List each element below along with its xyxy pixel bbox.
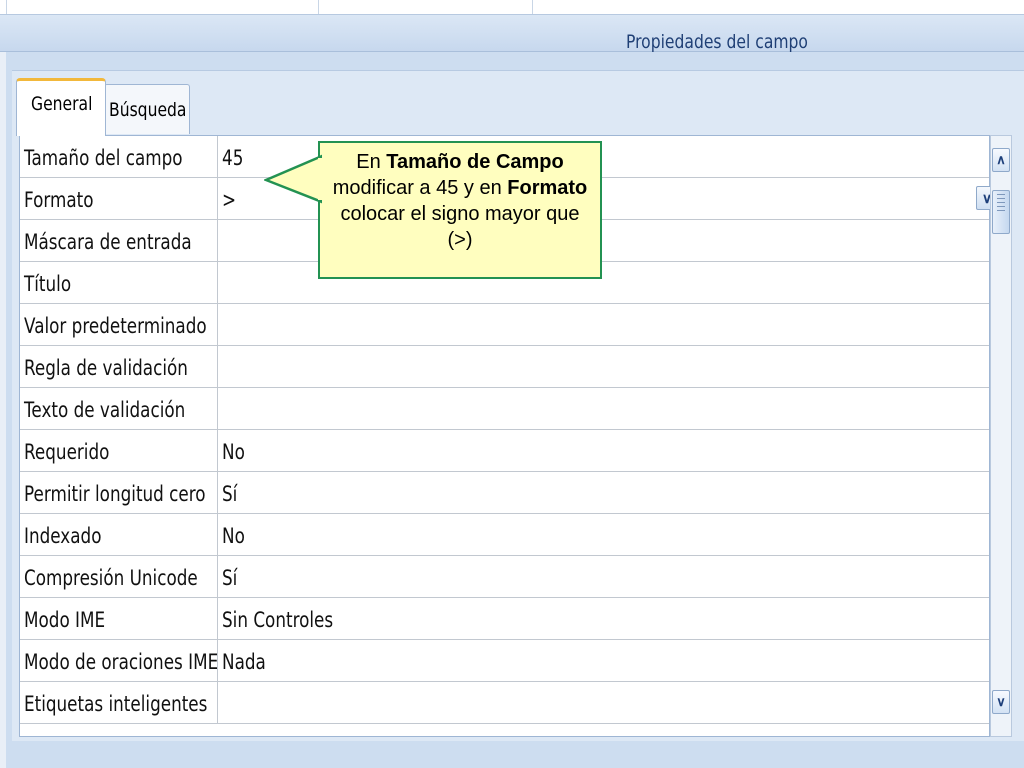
property-row-longitud-cero[interactable]: Permitir longitud cero Sí: [20, 472, 989, 514]
tab-general-label: General: [31, 93, 93, 115]
property-label: Máscara de entrada: [20, 220, 218, 261]
property-row-requerido[interactable]: Requerido No: [20, 430, 989, 472]
property-row-texto-validacion[interactable]: Texto de validación: [20, 388, 989, 430]
property-row-modo-oraciones-ime[interactable]: Modo de oraciones IME Nada: [20, 640, 989, 682]
property-label: Título: [20, 262, 218, 303]
callout-text-2: modificar a 45 y en: [332, 177, 508, 199]
chevron-up-icon[interactable]: ∧: [992, 148, 1010, 172]
property-label: Regla de validación: [20, 346, 218, 387]
property-value-input[interactable]: Sin Controles: [218, 598, 989, 639]
property-value-input[interactable]: Nada: [218, 640, 989, 681]
callout-text-1: En: [356, 151, 387, 173]
chevron-down-icon[interactable]: ∨: [992, 690, 1010, 714]
property-row-indexado[interactable]: Indexado No: [20, 514, 989, 556]
field-properties-header: Propiedades del campo: [0, 15, 1024, 53]
column-divider: [318, 0, 319, 14]
property-label: Requerido: [20, 430, 218, 471]
property-label: Modo IME: [20, 598, 218, 639]
tab-busqueda[interactable]: Búsqueda: [104, 84, 190, 134]
property-label: Compresión Unicode: [20, 556, 218, 597]
property-value-input[interactable]: [218, 304, 989, 345]
property-value-input[interactable]: No: [218, 430, 989, 471]
scrollbar-thumb[interactable]: [992, 190, 1010, 234]
property-value-input[interactable]: Sí: [218, 556, 989, 597]
callout-bold-formato: Formato: [507, 177, 588, 199]
column-divider: [6, 0, 7, 14]
property-value-input[interactable]: No: [218, 514, 989, 555]
property-value-input[interactable]: [218, 388, 989, 429]
property-label: Tamaño del campo: [20, 136, 218, 177]
property-label: Permitir longitud cero: [20, 472, 218, 513]
tab-general[interactable]: General: [16, 78, 106, 136]
tab-busqueda-label: Búsqueda: [109, 99, 187, 121]
property-row-modo-ime[interactable]: Modo IME Sin Controles: [20, 598, 989, 640]
design-grid-bottom-strip: [0, 0, 1024, 15]
instruction-callout: En Tamaño de Campo modificar a 45 y en F…: [318, 141, 602, 279]
property-row-etiquetas-inteligentes[interactable]: Etiquetas inteligentes: [20, 682, 989, 724]
property-row-regla-validacion[interactable]: Regla de validación: [20, 346, 989, 388]
callout-pointer: [264, 154, 322, 204]
property-label: Valor predeterminado: [20, 304, 218, 345]
property-label: Etiquetas inteligentes: [20, 682, 218, 723]
property-value-input[interactable]: Sí: [218, 472, 989, 513]
window-left-edge: [0, 0, 6, 768]
column-divider: [532, 0, 533, 14]
vertical-scrollbar[interactable]: ∧ ∨: [990, 135, 1012, 737]
property-row-valor-predeterminado[interactable]: Valor predeterminado: [20, 304, 989, 346]
property-value-input[interactable]: [218, 682, 989, 723]
field-properties-title: Propiedades del campo: [626, 31, 808, 53]
callout-text-3: colocar el signo mayor que (>): [340, 203, 580, 251]
property-value-input[interactable]: [218, 346, 989, 387]
property-label: Indexado: [20, 514, 218, 555]
property-label: Modo de oraciones IME: [20, 640, 218, 681]
property-label: Formato: [20, 178, 218, 219]
property-row-compresion-unicode[interactable]: Compresión Unicode Sí: [20, 556, 989, 598]
callout-bold-tamano: Tamaño de Campo: [386, 151, 564, 173]
property-label: Texto de validación: [20, 388, 218, 429]
